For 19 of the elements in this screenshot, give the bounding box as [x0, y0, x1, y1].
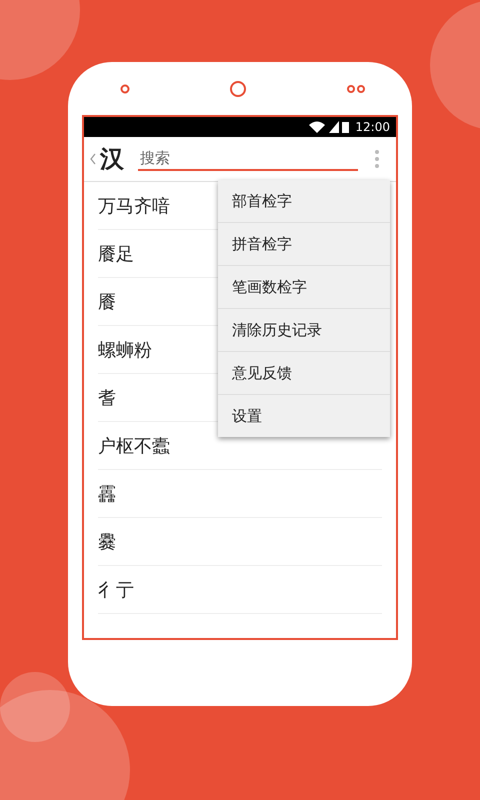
- signal-icon: [329, 121, 340, 133]
- battery-icon: [342, 121, 350, 133]
- menu-item[interactable]: 部首检字: [218, 180, 390, 223]
- history-item[interactable]: 靐: [98, 470, 382, 518]
- menu-item[interactable]: 拼音检字: [218, 223, 390, 266]
- status-time: 12:00: [355, 120, 390, 134]
- menu-item[interactable]: 笔画数检字: [218, 266, 390, 309]
- sensor-icon: [346, 84, 366, 94]
- overflow-menu-icon[interactable]: [374, 149, 380, 169]
- camera-icon: [229, 80, 247, 98]
- sensor-icon: [120, 84, 130, 94]
- history-item[interactable]: 彳亍: [98, 566, 382, 614]
- history-item[interactable]: 爨: [98, 518, 382, 566]
- app-logo: 汉: [100, 144, 124, 175]
- search-field[interactable]: 搜索: [138, 147, 358, 171]
- menu-item[interactable]: 意见反馈: [218, 352, 390, 395]
- back-icon[interactable]: [90, 153, 96, 165]
- wifi-icon: [308, 121, 326, 133]
- menu-item[interactable]: 清除历史记录: [218, 309, 390, 352]
